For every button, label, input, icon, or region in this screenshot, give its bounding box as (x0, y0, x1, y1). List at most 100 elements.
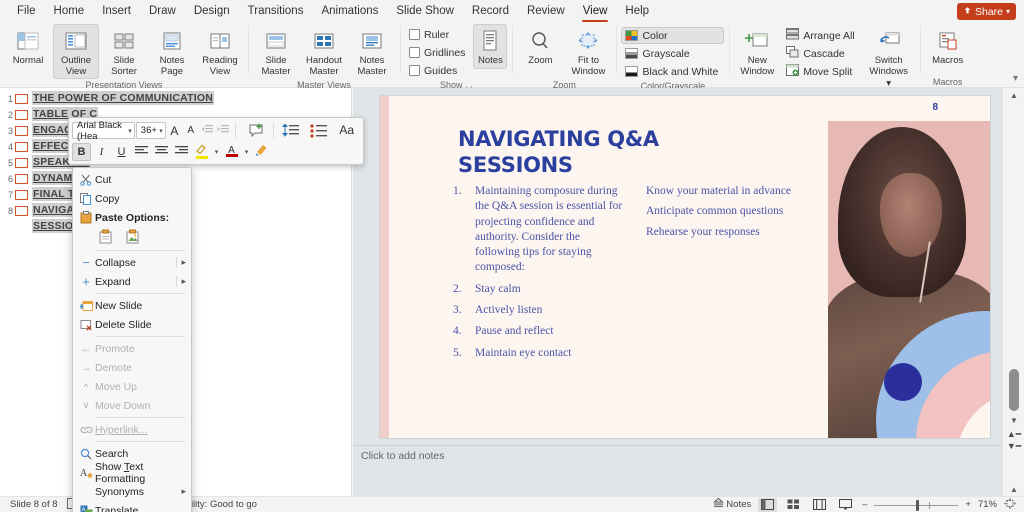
align-right-button[interactable] (172, 143, 191, 161)
checkbox-gridlines[interactable]: Gridlines (405, 44, 471, 61)
vertical-scrollbar[interactable]: ▲ ▼ ▲━ ▼━ ▲ (1002, 88, 1024, 496)
italic-button[interactable]: I (92, 143, 111, 161)
share-button[interactable]: Share ▾ (957, 3, 1016, 20)
context-menu-item-show-text-formatting[interactable]: A Show Text Formatting (73, 463, 191, 482)
accessibility-status[interactable]: ibility: Good to go (184, 499, 257, 510)
ribbon-button-slide-sorter[interactable]: Slide Sorter (101, 24, 147, 79)
line-spacing-button[interactable] (278, 122, 305, 139)
underline-button[interactable]: U (112, 143, 131, 161)
context-menu-item-cut[interactable]: Cut (73, 170, 191, 189)
zoom-slider[interactable] (874, 499, 958, 511)
text-highlight-button[interactable] (192, 143, 211, 161)
view-normal-button[interactable] (758, 498, 777, 512)
zoom-slider-handle[interactable] (916, 500, 919, 511)
fit-slide-icon[interactable] (1004, 498, 1016, 512)
increase-list-level-button[interactable] (216, 122, 231, 140)
context-menu-item-new-slide[interactable]: New Slide (73, 296, 191, 315)
context-menu-item-move-down: ∨ Move Down (73, 396, 191, 415)
align-left-button[interactable] (132, 143, 151, 161)
paste-picture-icon[interactable] (124, 228, 141, 245)
format-painter-button[interactable] (252, 143, 271, 161)
option-cascade[interactable]: Cascade (782, 45, 860, 62)
shrink-font-button[interactable]: A (183, 122, 198, 140)
highlight-dropdown[interactable]: ▾ (212, 143, 221, 161)
menu-record[interactable]: Record (463, 2, 518, 21)
font-size-combo[interactable]: 36+ ▾ (136, 122, 166, 139)
menu-transitions[interactable]: Transitions (239, 2, 313, 21)
ribbon-button-outline-view[interactable]: Outline View (53, 24, 99, 79)
view-slideshow-button[interactable] (836, 498, 855, 512)
checkbox-ruler[interactable]: Ruler (405, 26, 471, 43)
scroll-up-arrow-icon[interactable]: ▲ (1003, 88, 1024, 102)
zoom-percent[interactable]: 71% (978, 499, 997, 510)
menu-home[interactable]: Home (45, 2, 94, 21)
scroll-down-arrow-icon[interactable]: ▼ (1003, 413, 1024, 427)
decrease-list-level-button[interactable] (199, 122, 214, 140)
menu-animations[interactable]: Animations (312, 2, 387, 21)
highlight-color-bar (196, 156, 208, 159)
context-menu-item-delete-slide[interactable]: Delete Slide (73, 315, 191, 334)
context-menu-item-copy[interactable]: Copy (73, 189, 191, 208)
font-name-combo[interactable]: Arial Black (Hea ▾ (72, 122, 135, 139)
bullets-button[interactable] (306, 122, 333, 139)
ribbon-button-normal[interactable]: Normal (5, 24, 51, 69)
notes-toggle-button[interactable]: Notes (713, 498, 751, 511)
option-arrange-all[interactable]: Arrange All (782, 27, 860, 44)
notes-divider[interactable] (353, 445, 1002, 446)
slide-photo[interactable] (828, 121, 990, 438)
zoom-out-button[interactable]: – (862, 499, 867, 510)
menu-help[interactable]: Help (616, 2, 658, 21)
ribbon-button-fit-to-window[interactable]: Fit to Window (565, 24, 611, 79)
reading-view-icon (206, 28, 234, 54)
ribbon-button-macros[interactable]: Macros (925, 24, 971, 69)
view-reading-button[interactable] (810, 498, 829, 512)
option-grayscale[interactable]: Grayscale (621, 45, 724, 62)
context-menu-item-translate[interactable]: Aa Translate (73, 501, 191, 512)
slide-right-list[interactable]: Know your material in advance Anticipate… (646, 184, 846, 245)
scrollbar-thumb[interactable] (1009, 369, 1019, 411)
ribbon-button-notes-page[interactable]: Notes Page (149, 24, 195, 79)
ribbon-button-zoom[interactable]: Zoom (517, 24, 563, 69)
menu-review[interactable]: Review (518, 2, 574, 21)
ribbon-button-switch-windows[interactable]: Switch Windows ▾ (863, 24, 915, 92)
ribbon-button-notes-master[interactable]: Notes Master (349, 24, 395, 79)
menu-file[interactable]: File (8, 2, 45, 21)
context-menu-item-synonyms[interactable]: Synonyms ▸ (73, 482, 191, 501)
ribbon-button-notes[interactable]: Notes (473, 24, 507, 69)
ribbon-button-slide-master[interactable]: Slide Master (253, 24, 299, 79)
collapse-ribbon-icon[interactable]: ▾ (1013, 73, 1018, 84)
checkbox-guides[interactable]: Guides (405, 62, 471, 79)
ribbon-button-new-window[interactable]: New Window (734, 24, 780, 79)
font-color-dropdown[interactable]: ▾ (242, 143, 251, 161)
slide-title[interactable]: NAVIGATING Q&A SESSIONS (458, 126, 758, 178)
divider (235, 123, 236, 139)
option-color[interactable]: Color (621, 27, 724, 44)
menu-draw[interactable]: Draw (140, 2, 185, 21)
zoom-in-button[interactable]: + (965, 499, 971, 510)
slide-numbered-list[interactable]: 1. Maintaining composure during the Q&A … (453, 184, 623, 367)
bold-button[interactable]: B (72, 143, 91, 161)
menu-design[interactable]: Design (185, 2, 239, 21)
align-center-button[interactable] (152, 143, 171, 161)
notes-placeholder[interactable]: Click to add notes (361, 450, 444, 462)
ribbon-button-reading-view[interactable]: Reading View (197, 24, 243, 79)
menu-view[interactable]: View (574, 2, 617, 21)
view-slide-sorter-button[interactable] (784, 498, 803, 512)
font-color-button[interactable]: A (222, 143, 241, 161)
ribbon-button-handout-master[interactable]: Handout Master (301, 24, 347, 79)
new-comment-button[interactable] (243, 122, 270, 139)
menu-slide-show[interactable]: Slide Show (387, 2, 463, 21)
slide-indicator[interactable]: Slide 8 of 8 (10, 499, 58, 510)
context-menu-item-expand[interactable]: + Expand ▸ (73, 272, 191, 291)
next-slide-button[interactable]: ▼━ (1003, 440, 1024, 453)
grow-font-button[interactable]: A (167, 122, 182, 140)
slide-canvas[interactable]: 8 NAVIGATING Q&A SESSIONS 1. Maintaining… (380, 96, 990, 438)
paste-keep-formatting-icon[interactable] (97, 228, 114, 245)
change-case-button[interactable]: Aa (333, 122, 360, 139)
menu-insert[interactable]: Insert (93, 2, 140, 21)
option-black-and-white[interactable]: Black and White (621, 63, 724, 80)
scroll-down-arrow-icon-2[interactable]: ▲ (1003, 482, 1024, 496)
outline-row[interactable]: 1 THE POWER OF COMMUNICATION (0, 91, 351, 107)
option-move-split[interactable]: Move Split (782, 63, 860, 80)
context-menu-item-collapse[interactable]: − Collapse ▸ (73, 253, 191, 272)
